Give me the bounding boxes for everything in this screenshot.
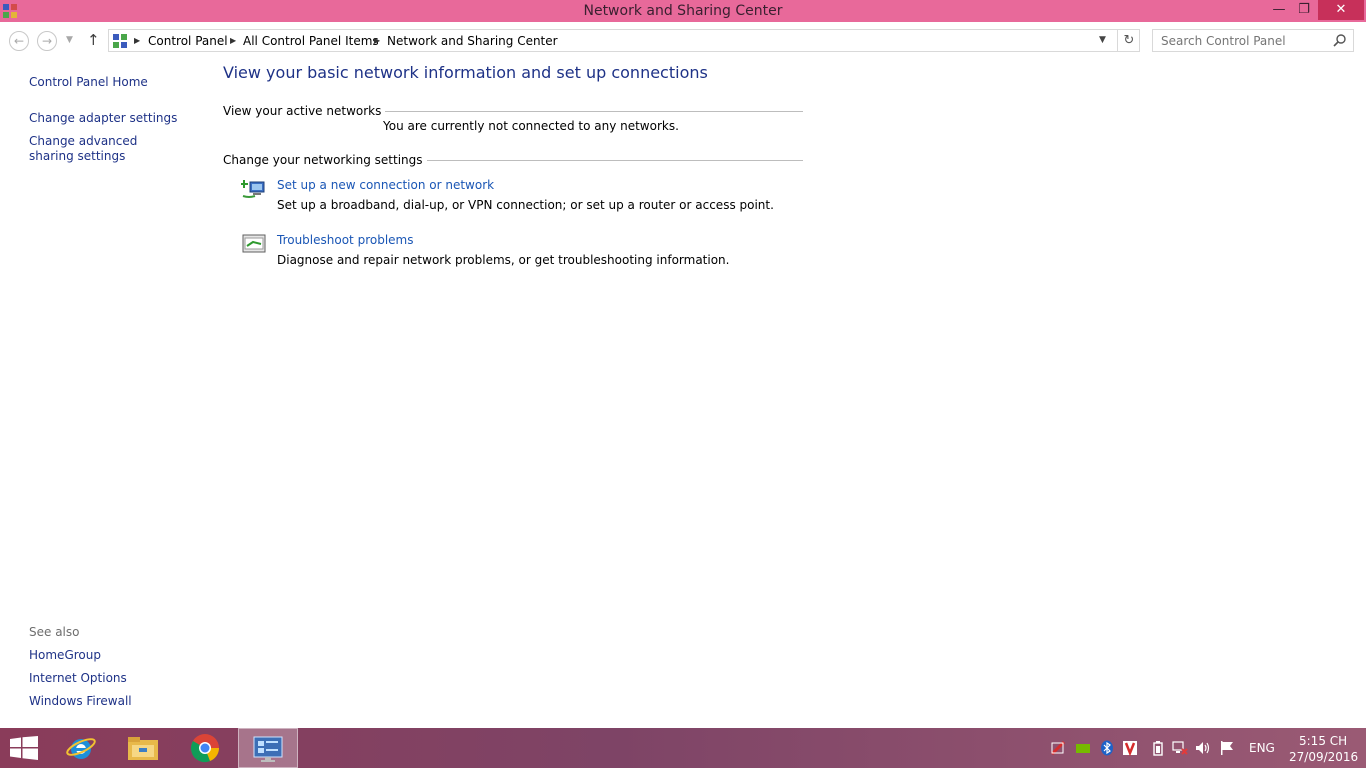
- close-icon: ✕: [1335, 2, 1347, 17]
- start-icon: [10, 736, 38, 760]
- change-adapter-settings-link[interactable]: Change adapter settings: [29, 111, 177, 125]
- windows-firewall-link[interactable]: Windows Firewall: [29, 694, 132, 708]
- troubleshoot-link[interactable]: Troubleshoot problems: [277, 233, 413, 247]
- network-disconnected-icon[interactable]: [1172, 740, 1188, 756]
- file-explorer-icon: [128, 737, 158, 760]
- breadcrumb-separator-icon[interactable]: ▶: [134, 36, 140, 45]
- setup-connection-link[interactable]: Set up a new connection or network: [277, 178, 494, 192]
- search-icon[interactable]: [1333, 33, 1347, 47]
- control-panel-icon: [113, 34, 127, 48]
- minimize-icon: —: [1272, 2, 1286, 17]
- recent-locations-button[interactable]: ▼: [66, 35, 73, 45]
- control-panel-home-link[interactable]: Control Panel Home: [29, 75, 148, 89]
- back-button[interactable]: ←: [9, 31, 29, 51]
- restore-button[interactable]: ❐: [1291, 0, 1317, 20]
- chrome-icon: [190, 734, 219, 763]
- action-center-icon[interactable]: [1050, 740, 1066, 756]
- close-button[interactable]: ✕: [1318, 0, 1364, 20]
- no-network-message: You are currently not connected to any n…: [383, 119, 679, 133]
- forward-arrow-icon: →: [41, 34, 53, 48]
- clock-date[interactable]: 27/09/2016: [1289, 750, 1358, 764]
- breadcrumb-separator-icon[interactable]: ▶: [230, 36, 236, 45]
- battery-icon[interactable]: [1150, 740, 1166, 756]
- homegroup-link[interactable]: HomeGroup: [29, 648, 101, 662]
- forward-button[interactable]: →: [37, 31, 57, 51]
- taskbar-chrome[interactable]: [174, 728, 234, 768]
- networking-settings-label: Change your networking settings: [223, 153, 427, 167]
- internet-explorer-icon: [66, 738, 96, 759]
- window-title: Network and Sharing Center: [583, 3, 783, 19]
- active-networks-label: View your active networks: [223, 104, 386, 118]
- new-connection-icon[interactable]: [241, 176, 267, 202]
- taskbar-file-explorer[interactable]: [112, 728, 172, 768]
- bluetooth-icon[interactable]: [1099, 740, 1115, 756]
- language-indicator[interactable]: ENG: [1249, 741, 1275, 755]
- taskbar: ENG 5:15 CH 27/09/2016: [0, 728, 1366, 768]
- search-input[interactable]: [1159, 33, 1333, 49]
- title-bar: Network and Sharing Center — ❐ ✕: [0, 0, 1366, 22]
- troubleshoot-icon[interactable]: [241, 231, 267, 257]
- chevron-down-icon: ▼: [66, 35, 73, 45]
- navigation-bar: ← → ▼ ↑ ▶ Control Panel ▶ All Control Pa…: [0, 22, 1366, 60]
- minimize-button[interactable]: —: [1266, 0, 1292, 20]
- breadcrumb-control-panel[interactable]: Control Panel: [148, 34, 228, 48]
- back-arrow-icon: ←: [13, 34, 25, 48]
- breadcrumb-all-items[interactable]: All Control Panel Items: [243, 34, 379, 48]
- clock-time[interactable]: 5:15 CH: [1299, 734, 1347, 748]
- troubleshoot-description: Diagnose and repair network problems, or…: [277, 253, 730, 267]
- breadcrumb-network-sharing[interactable]: Network and Sharing Center: [387, 34, 558, 48]
- control-panel-icon: [253, 736, 283, 762]
- taskbar-control-panel[interactable]: [238, 728, 298, 768]
- antivirus-icon[interactable]: [1122, 740, 1138, 756]
- up-arrow-icon: ↑: [87, 31, 100, 49]
- see-also-label: See also: [29, 625, 80, 639]
- search-box[interactable]: [1152, 29, 1354, 52]
- setup-connection-description: Set up a broadband, dial-up, or VPN conn…: [277, 198, 774, 212]
- refresh-button[interactable]: ↻: [1117, 30, 1140, 51]
- taskbar-internet-explorer[interactable]: [50, 728, 110, 768]
- address-dropdown-icon[interactable]: ▼: [1099, 35, 1106, 45]
- restore-icon: ❐: [1298, 2, 1310, 17]
- change-advanced-sharing-link[interactable]: Change advanced sharing settings: [29, 134, 179, 164]
- internet-options-link[interactable]: Internet Options: [29, 671, 127, 685]
- page-title: View your basic network information and …: [223, 63, 708, 82]
- up-button[interactable]: ↑: [87, 31, 100, 49]
- refresh-icon: ↻: [1123, 33, 1135, 48]
- volume-icon[interactable]: [1195, 740, 1211, 756]
- address-bar[interactable]: ▶ Control Panel ▶ All Control Panel Item…: [108, 29, 1140, 52]
- nvidia-icon[interactable]: [1075, 740, 1091, 756]
- flag-icon[interactable]: [1219, 740, 1235, 756]
- breadcrumb-separator-icon[interactable]: ▶: [374, 36, 380, 45]
